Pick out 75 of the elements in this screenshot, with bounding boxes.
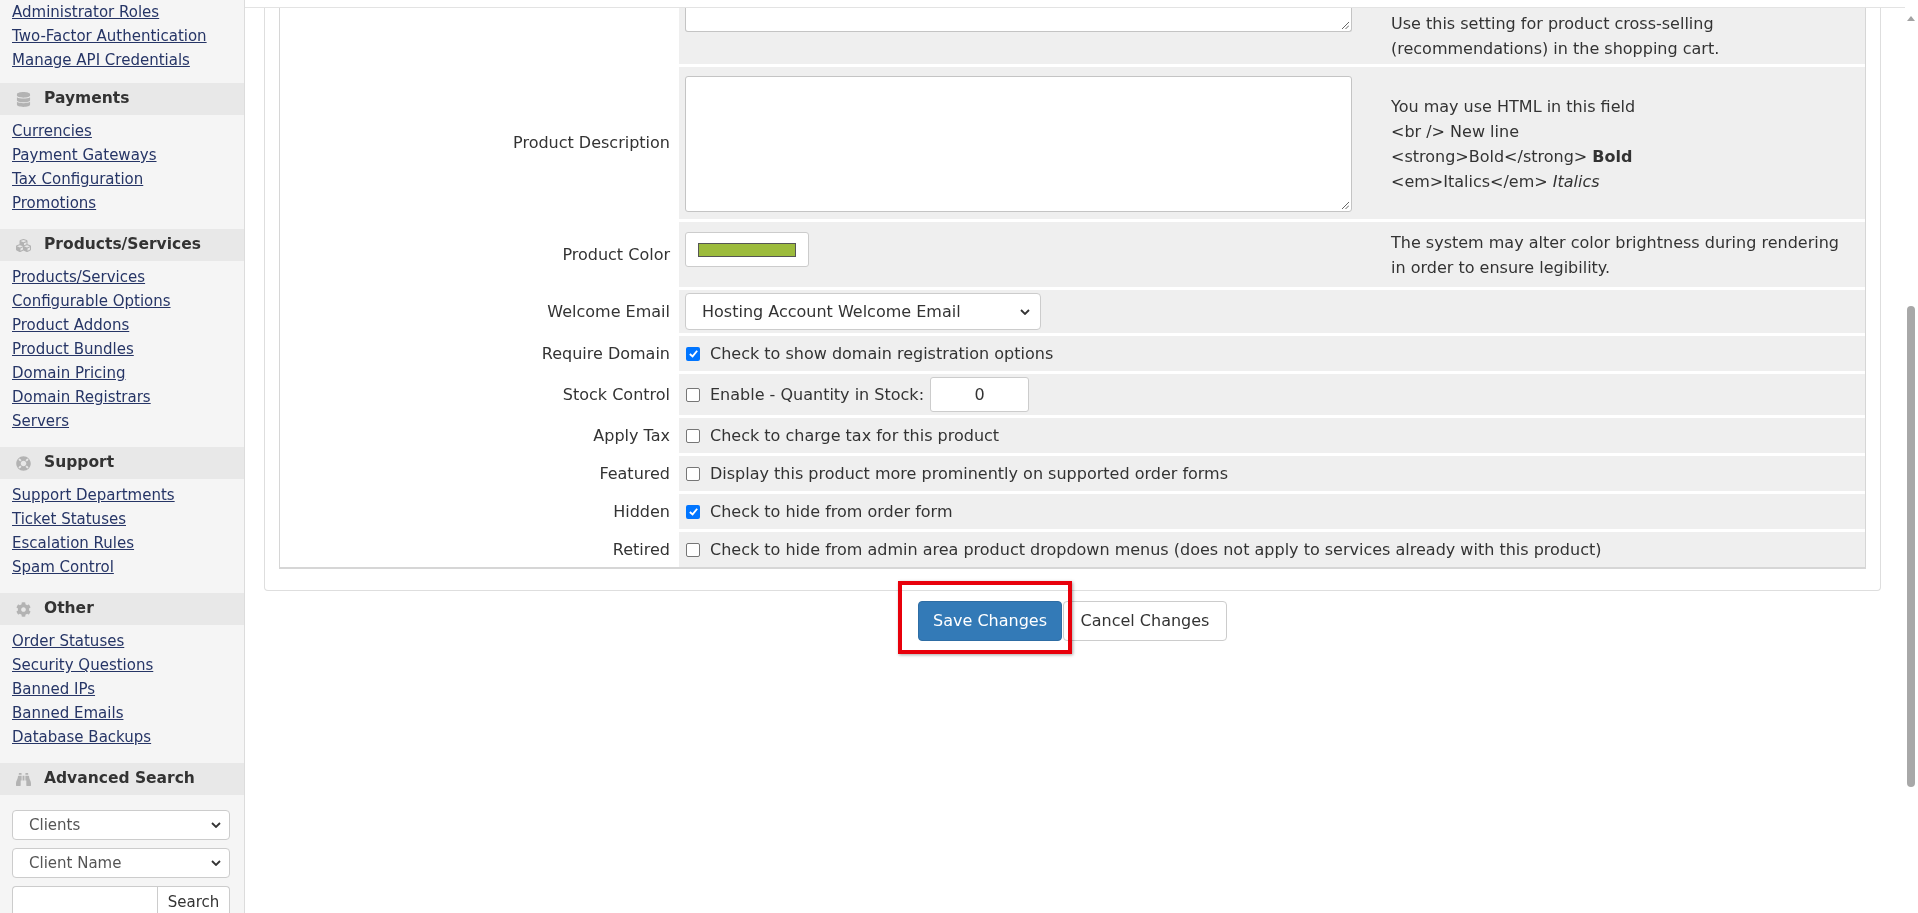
- checkbox[interactable]: [686, 387, 700, 402]
- checkbox[interactable]: [686, 504, 700, 519]
- checkbox-label[interactable]: Check to show domain registration options: [710, 341, 1054, 366]
- chevron-down-icon: [1020, 308, 1030, 315]
- sidebar-link[interactable]: Security Questions: [12, 655, 154, 675]
- section-title: Products/Services: [44, 234, 201, 256]
- save-button[interactable]: Save Changes: [918, 601, 1062, 641]
- gear-icon: [16, 601, 31, 617]
- search-input[interactable]: [12, 886, 157, 913]
- field-label: Require Domain: [541, 342, 670, 365]
- sidebar-link[interactable]: Domain Pricing: [12, 363, 126, 383]
- checkbox-label[interactable]: Display this product more prominently on supported order forms: [710, 461, 1229, 486]
- sidebar-link[interactable]: Payment Gateways: [12, 145, 157, 165]
- field-label: Product Description: [513, 132, 670, 154]
- sidebar-link[interactable]: Domain Registrars: [12, 387, 151, 407]
- resize-handle-icon[interactable]: [1341, 201, 1349, 209]
- sidebar-link[interactable]: Currencies: [12, 121, 92, 141]
- sidebar-link[interactable]: Configurable Options: [12, 291, 171, 311]
- checkbox[interactable]: [686, 346, 700, 361]
- checkbox[interactable]: [686, 466, 700, 481]
- field-label: Apply Tax: [593, 424, 670, 447]
- sidebar-link[interactable]: Banned IPs: [12, 679, 96, 699]
- cubes-icon: [16, 237, 31, 253]
- help-text: You may use HTML in this field <br /> New line <strong>Bold</strong> Bold <em>Italics</em> Italics: [1391, 96, 1636, 193]
- help-text: The system may alter color brightness during rendering in order to ensure legibility.: [1391, 231, 1839, 279]
- field-label: Retired: [612, 538, 670, 561]
- checkbox-label[interactable]: Check to charge tax for this product: [710, 423, 1000, 448]
- chevron-down-icon: [211, 822, 221, 828]
- checkbox-label[interactable]: Check to hide from admin area product dropdown menus (does not apply to services already with this product): [710, 537, 1602, 562]
- search-type-select[interactable]: Clients: [12, 810, 230, 840]
- sidebar-link[interactable]: Product Addons: [12, 315, 130, 335]
- section-title: Support: [44, 452, 115, 474]
- sidebar-link[interactable]: Escalation Rules: [12, 533, 135, 553]
- chevron-down-icon: [211, 860, 221, 866]
- field-label: Hidden: [613, 500, 670, 523]
- section-title: Advanced Search: [44, 768, 195, 790]
- lifebuoy-icon: [16, 455, 31, 471]
- sidebar-link[interactable]: Two-Factor Authentication: [12, 26, 207, 46]
- search-button[interactable]: Search: [157, 886, 230, 913]
- field-label: Welcome Email: [547, 300, 670, 323]
- sidebar-link[interactable]: Promotions: [12, 193, 97, 213]
- sidebar-link[interactable]: Tax Configuration: [12, 169, 144, 189]
- checkbox-label[interactable]: Check to hide from order form: [710, 499, 953, 524]
- sidebar-link[interactable]: Manage API Credentials: [12, 50, 190, 70]
- sidebar-link[interactable]: Spam Control: [12, 557, 114, 577]
- text-area-field[interactable]: [685, 8, 1352, 32]
- sidebar-link[interactable]: Servers: [12, 411, 69, 431]
- sidebar-link[interactable]: Support Departments: [12, 485, 175, 505]
- sidebar-link[interactable]: Products/Services: [12, 267, 146, 287]
- color-picker[interactable]: [685, 232, 809, 267]
- checkbox[interactable]: [686, 542, 700, 557]
- section-title: Other: [44, 598, 94, 620]
- scroll-up-icon[interactable]: [1907, 16, 1915, 21]
- sidebar-link[interactable]: Banned Emails: [12, 703, 124, 723]
- field-label: Product Color: [562, 243, 670, 266]
- checkbox-label[interactable]: Enable - Quantity in Stock:: [710, 382, 924, 407]
- resize-handle-icon[interactable]: [1341, 21, 1349, 29]
- sidebar-link[interactable]: Ticket Statuses: [12, 509, 126, 529]
- sidebar-link[interactable]: Product Bundles: [12, 339, 134, 359]
- binoculars-icon: [16, 771, 31, 787]
- scrollbar-thumb[interactable]: [1907, 306, 1915, 787]
- help-text: Use this setting for product cross-selling (recommendations) in the shopping cart.: [1391, 13, 1720, 60]
- section-title: Payments: [44, 88, 130, 110]
- checkbox[interactable]: [686, 428, 700, 443]
- sidebar-link[interactable]: Database Backups: [12, 727, 152, 747]
- welcome-email-select[interactable]: Hosting Account Welcome Email: [685, 293, 1041, 330]
- cancel-button[interactable]: Cancel Changes: [1063, 601, 1227, 641]
- sidebar-link[interactable]: Administrator Roles: [12, 2, 160, 22]
- field-label: Stock Control: [562, 383, 670, 406]
- quantity-input[interactable]: 0: [930, 377, 1029, 412]
- field-label: Featured: [599, 462, 670, 485]
- search-type-select[interactable]: Client Name: [12, 848, 230, 878]
- text-area-field[interactable]: [685, 76, 1352, 212]
- sidebar-link[interactable]: Order Statuses: [12, 631, 125, 651]
- coin-stack-icon: [16, 91, 31, 107]
